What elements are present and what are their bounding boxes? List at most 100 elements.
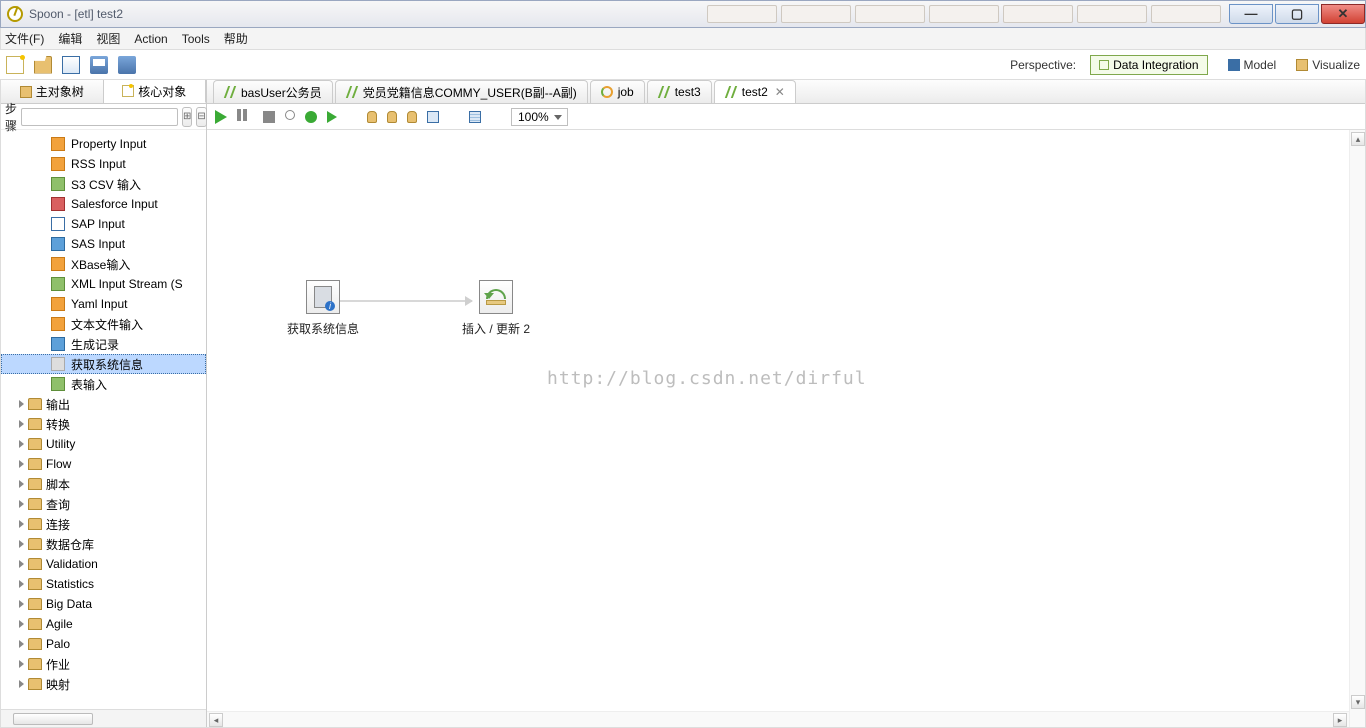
explore-repo-icon[interactable] xyxy=(62,56,80,74)
step-get-system-info[interactable]: 获取系统信息 xyxy=(287,280,359,337)
debug-icon[interactable] xyxy=(305,111,317,123)
tree-folder-bigdata[interactable]: Big Data xyxy=(1,594,206,614)
tree-folder-validation[interactable]: Validation xyxy=(1,554,206,574)
tab-core-objects[interactable]: 核心对象 xyxy=(104,80,207,103)
transformation-icon xyxy=(725,86,737,98)
scrollbar-thumb[interactable] xyxy=(13,713,93,725)
menu-edit[interactable]: 编辑 xyxy=(58,30,82,47)
open-file-icon[interactable] xyxy=(34,56,52,74)
perspective-label: Perspective: xyxy=(1010,58,1076,72)
canvas[interactable]: 获取系统信息 插入 / 更新 2 http://blog.csdn.net/di… xyxy=(207,130,1365,727)
insert-update-icon xyxy=(486,289,506,305)
save-as-icon[interactable] xyxy=(118,56,136,74)
collapse-all-button[interactable]: ⊟ xyxy=(196,107,206,127)
tree-item-get-system-info[interactable]: 获取系统信息 xyxy=(1,354,206,374)
tree-item-yaml-input[interactable]: Yaml Input xyxy=(1,294,206,314)
new-file-icon[interactable] xyxy=(6,56,24,74)
zoom-select[interactable]: 100% xyxy=(511,108,568,126)
tree-item-text-file-input[interactable]: 文本文件输入 xyxy=(1,314,206,334)
menu-help[interactable]: 帮助 xyxy=(224,30,248,47)
tree-folder-query[interactable]: 查询 xyxy=(1,494,206,514)
scroll-left-icon[interactable]: ◂ xyxy=(209,713,223,727)
tree-folder-utility[interactable]: Utility xyxy=(1,434,206,454)
steps-filter-input[interactable] xyxy=(21,108,178,126)
tree-item-s3-csv-input[interactable]: S3 CSV 输入 xyxy=(1,174,206,194)
tab-basuser[interactable]: basUser公务员 xyxy=(213,80,333,103)
tab-job[interactable]: job xyxy=(590,80,645,103)
step-icon xyxy=(51,197,65,211)
tree-item-generate-rows[interactable]: 生成记录 xyxy=(1,334,206,354)
step-icon xyxy=(51,237,65,251)
expand-icon xyxy=(19,600,24,608)
tab-test2[interactable]: test2✕ xyxy=(714,80,796,103)
preview-icon[interactable] xyxy=(285,110,295,120)
step-icon xyxy=(51,297,65,311)
stop-icon[interactable] xyxy=(263,111,275,123)
step-icon xyxy=(51,137,65,151)
maximize-button[interactable]: ▢ xyxy=(1275,4,1319,24)
run-icon[interactable] xyxy=(215,110,227,124)
tree-item-property-input[interactable]: Property Input xyxy=(1,134,206,154)
save-icon[interactable] xyxy=(90,56,108,74)
tree-item-xml-input-stream[interactable]: XML Input Stream (S xyxy=(1,274,206,294)
step-icon xyxy=(51,157,65,171)
tab-commy-user[interactable]: 党员党籍信息COMMY_USER(B副--A副) xyxy=(335,80,588,103)
tree-folder-output[interactable]: 输出 xyxy=(1,394,206,414)
folder-icon xyxy=(28,598,42,610)
tab-test3[interactable]: test3 xyxy=(647,80,712,103)
step-icon xyxy=(51,217,65,231)
pause-icon[interactable] xyxy=(237,109,253,125)
expand-all-button[interactable]: ⊞ xyxy=(182,107,192,127)
tree-folder-palo[interactable]: Palo xyxy=(1,634,206,654)
transformation-icon xyxy=(658,86,670,98)
tree-item-xbase-input[interactable]: XBase输入 xyxy=(1,254,206,274)
sql-icon[interactable] xyxy=(407,111,417,123)
explore-db-icon[interactable] xyxy=(427,111,439,123)
left-hscrollbar[interactable] xyxy=(1,709,206,727)
tree-folder-agile[interactable]: Agile xyxy=(1,614,206,634)
tree-folder-job[interactable]: 作业 xyxy=(1,654,206,674)
expand-icon xyxy=(19,680,24,688)
core-icon xyxy=(122,85,134,97)
tree-folder-flow[interactable]: Flow xyxy=(1,454,206,474)
menu-view[interactable]: 视图 xyxy=(96,30,120,47)
close-tab-icon[interactable]: ✕ xyxy=(775,85,785,99)
canvas-vscrollbar[interactable]: ▴ ▾ xyxy=(1349,130,1365,727)
canvas-hscrollbar[interactable]: ◂ ▸ xyxy=(207,711,1349,727)
step-insert-update[interactable]: 插入 / 更新 2 xyxy=(462,280,530,337)
tree-icon xyxy=(20,86,32,98)
menu-action[interactable]: Action xyxy=(134,32,167,46)
scroll-up-icon[interactable]: ▴ xyxy=(1351,132,1365,146)
folder-icon xyxy=(28,658,42,670)
steps-tree[interactable]: Property Input RSS Input S3 CSV 输入 Sales… xyxy=(1,130,206,709)
folder-icon xyxy=(28,518,42,530)
tree-folder-mapping[interactable]: 映射 xyxy=(1,674,206,694)
tree-item-table-input[interactable]: 表输入 xyxy=(1,374,206,394)
tree-folder-statistics[interactable]: Statistics xyxy=(1,574,206,594)
scroll-down-icon[interactable]: ▾ xyxy=(1351,695,1365,709)
minimize-button[interactable]: — xyxy=(1229,4,1273,24)
perspective-data-integration-button[interactable]: Data Integration xyxy=(1090,55,1207,75)
tree-item-salesforce-input[interactable]: Salesforce Input xyxy=(1,194,206,214)
scroll-right-icon[interactable]: ▸ xyxy=(1333,713,1347,727)
tree-item-sas-input[interactable]: SAS Input xyxy=(1,234,206,254)
impact-icon[interactable] xyxy=(387,111,397,123)
expand-icon xyxy=(19,520,24,528)
tree-folder-datawarehouse[interactable]: 数据仓库 xyxy=(1,534,206,554)
window-title: Spoon - [etl] test2 xyxy=(29,7,707,21)
close-button[interactable]: ✕ xyxy=(1321,4,1365,24)
perspective-model-button[interactable]: Model xyxy=(1228,58,1277,72)
tree-folder-script[interactable]: 脚本 xyxy=(1,474,206,494)
tree-folder-transform[interactable]: 转换 xyxy=(1,414,206,434)
tree-item-rss-input[interactable]: RSS Input xyxy=(1,154,206,174)
menu-tools[interactable]: Tools xyxy=(182,32,210,46)
verify-icon[interactable] xyxy=(367,111,377,123)
tree-folder-join[interactable]: 连接 xyxy=(1,514,206,534)
tree-item-sap-input[interactable]: SAP Input xyxy=(1,214,206,234)
expand-icon xyxy=(19,460,24,468)
replay-icon[interactable] xyxy=(327,111,337,123)
menu-file[interactable]: 文件(F) xyxy=(5,30,44,47)
show-results-icon[interactable] xyxy=(469,111,481,123)
perspective-visualize-button[interactable]: Visualize xyxy=(1296,58,1360,72)
step-icon xyxy=(51,337,65,351)
